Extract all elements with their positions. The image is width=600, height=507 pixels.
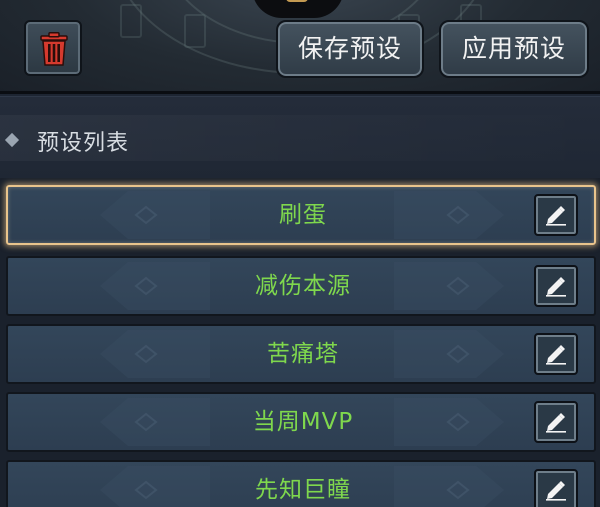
section-title: 预设列表 (37, 131, 130, 156)
edit-preset-button[interactable] (534, 194, 578, 236)
scene-divider (0, 91, 600, 94)
edit-preset-button[interactable] (534, 265, 578, 307)
preset-name: 先知巨瞳 (255, 477, 351, 503)
edit-preset-button[interactable] (534, 469, 578, 507)
edit-preset-button[interactable] (534, 333, 578, 375)
preset-name: 刷蛋 (279, 202, 327, 228)
pencil-icon (546, 277, 566, 297)
preset-row[interactable]: 刷蛋 (6, 185, 596, 245)
preset-list[interactable]: 刷蛋 减伤本源 苦痛塔 当周MVP 先知巨瞳 (0, 178, 600, 507)
pencil-icon (546, 345, 566, 365)
rune-glyph (120, 4, 142, 38)
preset-row[interactable]: 当周MVP (6, 392, 596, 452)
preset-name: 减伤本源 (255, 273, 351, 299)
pencil-icon (546, 413, 566, 433)
edit-preset-button[interactable] (534, 401, 578, 443)
preset-name: 苦痛塔 (267, 341, 339, 367)
preset-list-header: 预设列表 (0, 96, 600, 179)
preset-panel: 保存预设 应用预设 预设列表 刷蛋 减伤本源 苦痛塔 当周MVP 先知巨瞳 (0, 0, 600, 507)
delete-preset-button[interactable] (24, 20, 82, 76)
preset-row[interactable]: 先知巨瞳 (6, 460, 596, 507)
rune-glyph (184, 14, 206, 48)
preset-row[interactable]: 苦痛塔 (6, 324, 596, 384)
preset-row[interactable]: 减伤本源 (6, 256, 596, 316)
pencil-icon (546, 481, 566, 501)
save-preset-button[interactable]: 保存预设 (276, 20, 424, 78)
pencil-icon (546, 206, 566, 226)
trash-icon (40, 32, 68, 66)
apply-preset-button[interactable]: 应用预设 (439, 20, 589, 78)
preset-name: 当周MVP (252, 409, 354, 435)
